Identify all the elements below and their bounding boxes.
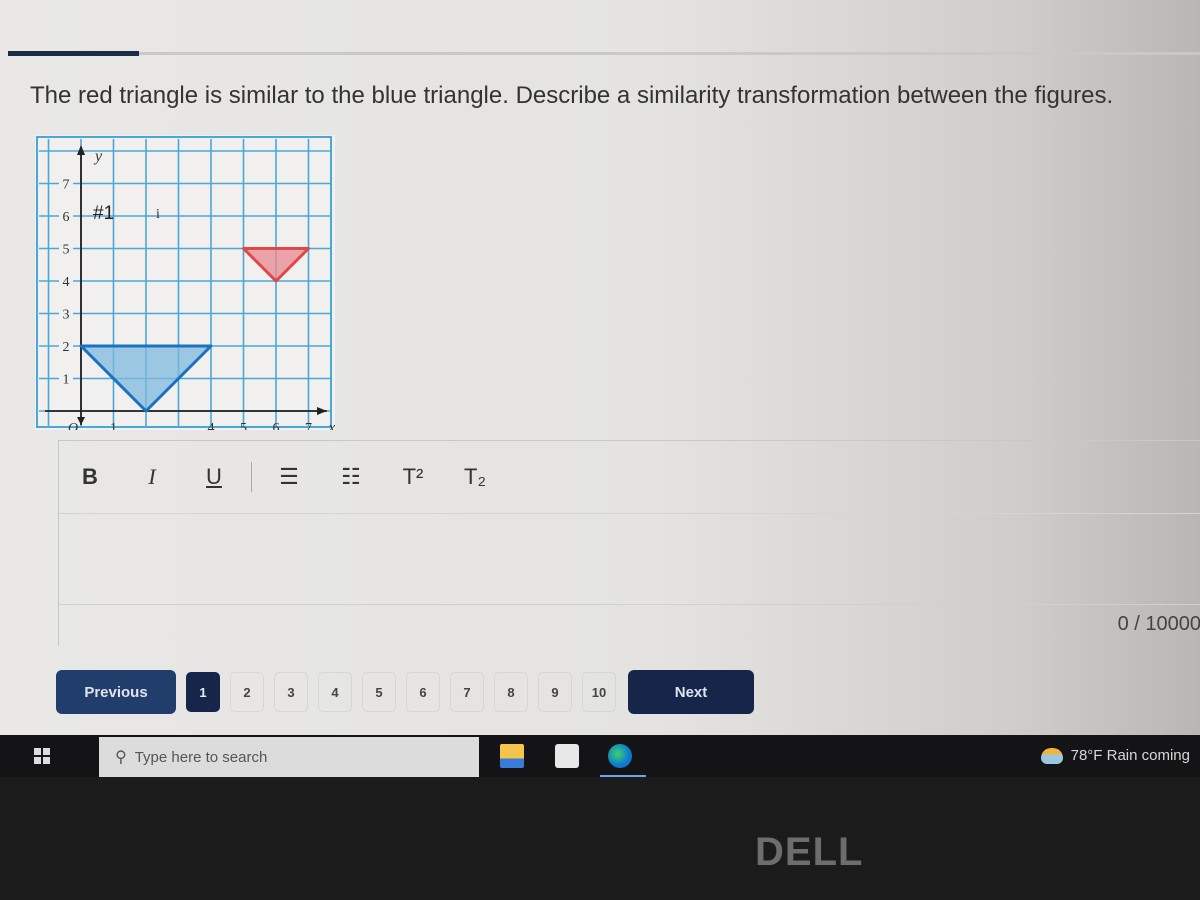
- info-icon: i: [156, 207, 160, 222]
- subscript-button[interactable]: T₂: [444, 464, 506, 490]
- progress-fill: [8, 51, 140, 56]
- bold-button[interactable]: B: [59, 464, 121, 490]
- y-tick-label: 5: [63, 243, 70, 258]
- search-placeholder: Type here to search: [134, 748, 268, 766]
- y-tick-label: 7: [63, 178, 70, 193]
- y-tick-label: 3: [63, 308, 70, 323]
- taskbar-search[interactable]: ⚲ Type here to search: [99, 737, 479, 777]
- progress-bar: [8, 51, 1200, 56]
- x-tick-label: 7: [305, 421, 312, 430]
- editor-toolbar: B I U ☰ ☷ T² T₂: [59, 441, 1200, 514]
- page-list: 1 2 3 4 5 6 7 8 9 10: [176, 672, 616, 712]
- y-tick-label: 6: [63, 210, 70, 225]
- x-tick-label: 5: [240, 421, 247, 430]
- x-tick-label: 4: [208, 421, 215, 430]
- page-button-7[interactable]: 7: [450, 672, 484, 712]
- page-button-5[interactable]: 5: [362, 672, 396, 712]
- edge-browser-icon[interactable]: [608, 744, 632, 768]
- page-button-6[interactable]: 6: [406, 672, 440, 712]
- page-button-10[interactable]: 10: [582, 672, 616, 712]
- laptop-bezel: [0, 777, 1200, 900]
- page-button-9[interactable]: 9: [538, 672, 572, 712]
- pagination: Previous 1 2 3 4 5 6 7 8 9 10 Next: [56, 670, 754, 714]
- y-tick-label: 1: [63, 373, 70, 388]
- y-tick-label: 2: [63, 340, 70, 355]
- previous-button[interactable]: Previous: [56, 670, 176, 714]
- weather-widget[interactable]: 78°F Rain coming: [1040, 747, 1190, 764]
- coordinate-graph: 1 2 3 4 5 6 7 1 4 5 6 7 O x y #1 i: [35, 135, 335, 430]
- x-tick-label: 1: [110, 421, 117, 430]
- answer-textarea[interactable]: [59, 514, 1200, 605]
- partly-cloudy-icon: [1040, 747, 1063, 764]
- file-explorer-icon[interactable]: [500, 744, 524, 768]
- superscript-button[interactable]: T²: [382, 464, 444, 490]
- underline-button[interactable]: U: [183, 464, 245, 490]
- screen: The red triangle is similar to the blue …: [0, 0, 1200, 735]
- graph-background: [35, 135, 335, 430]
- page-button-3[interactable]: 3: [274, 672, 308, 712]
- dell-logo: DELL: [755, 830, 864, 874]
- x-tick-label: 6: [273, 421, 280, 430]
- weather-text: 78°F Rain coming: [1070, 747, 1190, 764]
- microsoft-store-icon[interactable]: [555, 744, 579, 768]
- graph-number-label: #1: [93, 203, 114, 224]
- page-button-8[interactable]: 8: [494, 672, 528, 712]
- character-counter: 0 / 10000: [1117, 613, 1200, 635]
- page-button-1[interactable]: 1: [186, 672, 220, 712]
- next-button[interactable]: Next: [628, 670, 754, 714]
- search-icon: ⚲: [115, 749, 127, 766]
- windows-taskbar: ⚲ Type here to search 78°F Rain coming: [0, 735, 1200, 777]
- x-axis-label: x: [328, 420, 336, 430]
- origin-label: O: [68, 421, 78, 430]
- y-tick-label: 4: [63, 275, 70, 290]
- toolbar-divider: [251, 462, 252, 492]
- italic-button[interactable]: I: [121, 464, 183, 490]
- bullet-list-button[interactable]: ☰: [258, 464, 320, 490]
- page-button-4[interactable]: 4: [318, 672, 352, 712]
- page-button-2[interactable]: 2: [230, 672, 264, 712]
- windows-start-icon[interactable]: [34, 748, 50, 764]
- question-text: The red triangle is similar to the blue …: [30, 82, 1114, 109]
- numbered-list-button[interactable]: ☷: [320, 464, 382, 490]
- y-axis-label: y: [93, 148, 103, 165]
- answer-editor: B I U ☰ ☷ T² T₂ 0 / 10000: [58, 440, 1200, 646]
